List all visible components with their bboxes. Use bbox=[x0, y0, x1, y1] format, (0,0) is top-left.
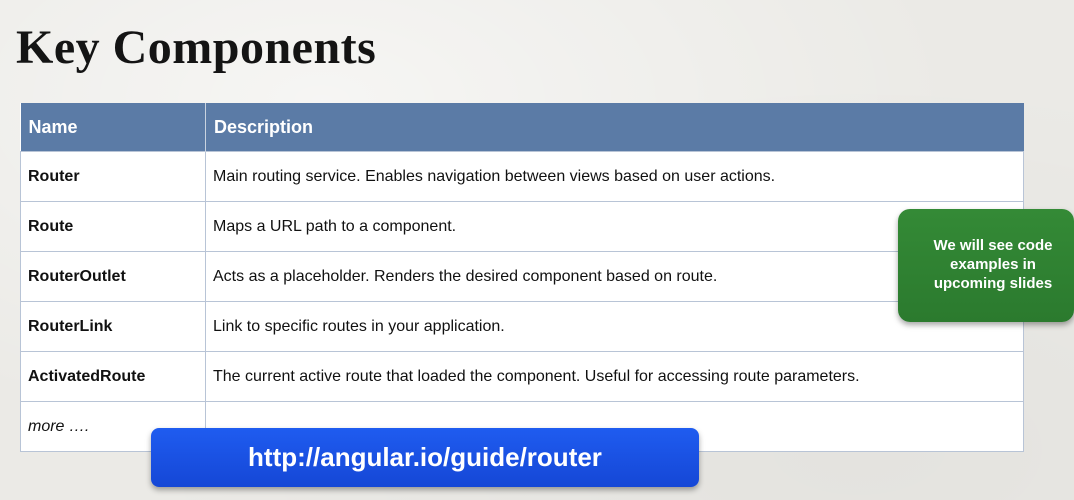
component-name: RouterLink bbox=[20, 301, 206, 352]
table-row: Route Maps a URL path to a component. bbox=[20, 201, 1024, 252]
component-name: ActivatedRoute bbox=[20, 351, 206, 402]
column-header-name: Name bbox=[20, 103, 206, 152]
component-name: Route bbox=[20, 201, 206, 252]
table-header-row: Name Description bbox=[20, 103, 1024, 152]
callout-line-2: examples in bbox=[950, 256, 1036, 273]
callout-line-1: We will see code bbox=[933, 237, 1053, 254]
component-name: Router bbox=[20, 151, 206, 202]
components-table: Name Description Router Main routing ser… bbox=[20, 103, 1024, 452]
callout-line-3: upcoming slides bbox=[933, 275, 1053, 292]
table-row: Router Main routing service. Enables nav… bbox=[20, 151, 1024, 202]
component-description: Main routing service. Enables navigation… bbox=[205, 151, 1024, 202]
slide: Key Components Name Description Router M… bbox=[0, 0, 1074, 500]
slide-title: Key Components bbox=[16, 21, 377, 74]
callout-note: We will see code examples in upcoming sl… bbox=[898, 209, 1074, 322]
router-guide-link[interactable]: http://angular.io/guide/router bbox=[151, 428, 699, 487]
table-row: ActivatedRoute The current active route … bbox=[20, 351, 1024, 402]
table-row: RouterOutlet Acts as a placeholder. Rend… bbox=[20, 251, 1024, 302]
component-name: RouterOutlet bbox=[20, 251, 206, 302]
column-header-description: Description bbox=[205, 103, 1024, 152]
component-description: The current active route that loaded the… bbox=[205, 351, 1024, 402]
table-row: RouterLink Link to specific routes in yo… bbox=[20, 301, 1024, 352]
